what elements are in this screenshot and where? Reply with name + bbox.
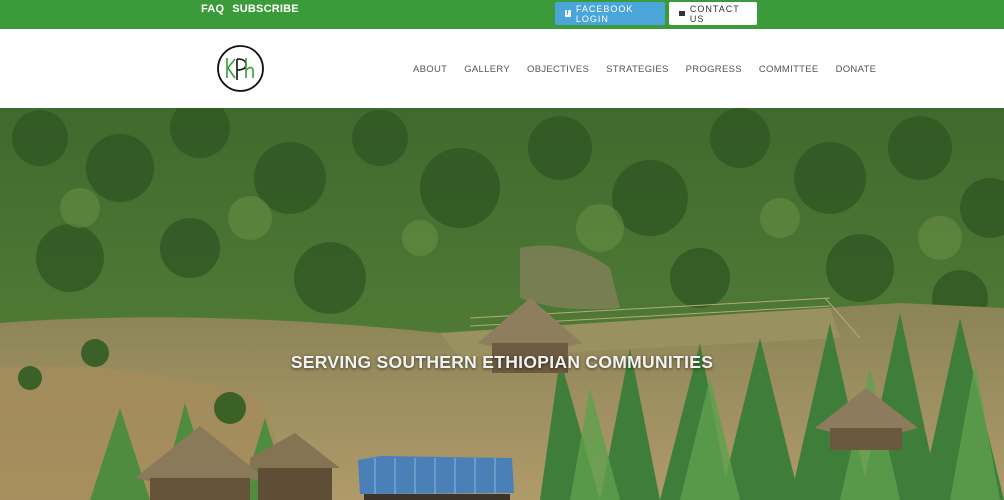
nav-committee[interactable]: COMMITTEE [759,64,819,75]
top-bar: FAQ SUBSCRIBE f FACEBOOK LOGIN CONTACT U… [0,0,1004,29]
top-links: FAQ SUBSCRIBE [201,3,299,15]
contact-us-button[interactable]: CONTACT US [669,2,757,25]
contact-us-label: CONTACT US [689,3,740,24]
hero-title: SERVING SOUTHERN ETHIOPIAN COMMUNITIES [290,352,714,372]
nav-objectives[interactable]: OBJECTIVES [527,64,589,75]
nav-about[interactable]: ABOUT [413,64,447,75]
main-nav: ABOUT GALLERY OBJECTIVES STRATEGIES PROG… [413,64,893,75]
site-header: ABOUT GALLERY OBJECTIVES STRATEGIES PROG… [0,29,1004,108]
mail-icon [679,11,685,16]
site-logo[interactable] [216,44,265,93]
nav-progress[interactable]: PROGRESS [686,64,742,75]
hero-landscape-image [0,108,1004,500]
facebook-login-button[interactable]: f FACEBOOK LOGIN [555,2,665,25]
hero-banner: SERVING SOUTHERN ETHIOPIAN COMMUNITIES [0,108,1004,500]
subscribe-link[interactable]: SUBSCRIBE [232,3,299,15]
nav-gallery[interactable]: GALLERY [464,64,510,75]
facebook-login-label: FACEBOOK LOGIN [575,3,634,24]
faq-link[interactable]: FAQ [201,3,224,15]
facebook-icon: f [565,10,571,17]
nav-donate[interactable]: DONATE [836,64,877,75]
nav-strategies[interactable]: STRATEGIES [606,64,668,75]
